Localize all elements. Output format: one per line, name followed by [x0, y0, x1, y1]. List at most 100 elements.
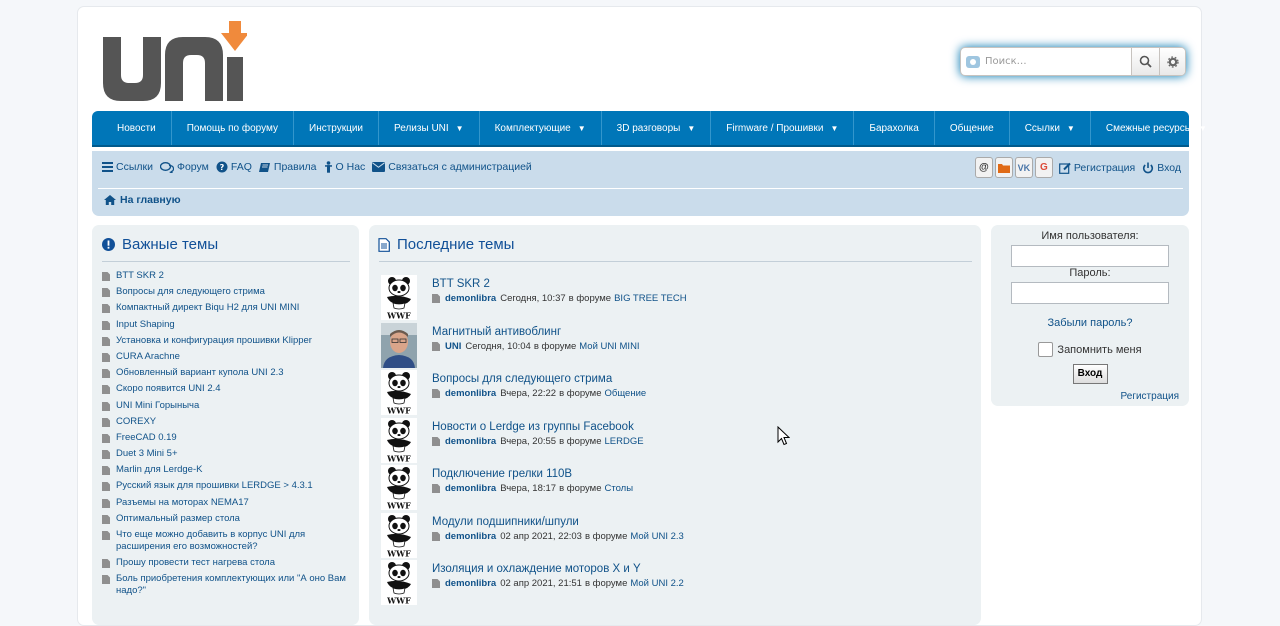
panda-avatar[interactable]: WWF [381, 512, 417, 558]
quicklinks-menu[interactable]: Ссылки [102, 161, 153, 173]
nav-item-8[interactable]: Общение [935, 111, 1010, 145]
important-topic-item[interactable]: UNI Mini Горыныча [102, 400, 351, 412]
register-link-panel[interactable]: Регистрация [991, 391, 1189, 402]
important-topic-label: Обновленный вариант купола UNI 2.3 [116, 367, 284, 379]
forgot-password-link[interactable]: Забыли пароль? [991, 317, 1189, 329]
important-topic-item[interactable]: FreeCAD 0.19 [102, 432, 351, 444]
important-topic-item[interactable]: Боль приобретения комплектующих или "А о… [102, 573, 351, 597]
topic-forum-link[interactable]: LERDGE [605, 436, 644, 447]
nav-item-3[interactable]: Релизы UNI ▼ [379, 111, 480, 145]
panda-avatar[interactable]: WWF [381, 417, 417, 463]
login-button[interactable]: Вход [1072, 364, 1108, 384]
recent-topic-title[interactable]: Магнитный антивоблинг [432, 326, 640, 338]
about-link[interactable]: О Нас [324, 161, 365, 173]
forum-link-label: Форум [176, 161, 209, 173]
important-topic-item[interactable]: Прошу провести тест нагрева стола [102, 557, 351, 569]
important-topic-item[interactable]: Оптимальный размер стола [102, 513, 351, 525]
nav-item-10[interactable]: Смежные ресурсы ▼ [1091, 111, 1222, 145]
topic-icon [102, 498, 110, 508]
important-topic-item[interactable]: Установка и конфигурация прошивки Klippe… [102, 335, 351, 347]
panda-avatar[interactable]: WWF [381, 275, 417, 320]
nav-item-0[interactable]: Новости [102, 111, 172, 145]
nav-item-2[interactable]: Инструкции [294, 111, 380, 145]
last-post-icon [432, 579, 440, 588]
nav-item-7[interactable]: Барахолка [854, 111, 935, 145]
important-topic-item[interactable]: Input Shaping [102, 319, 351, 331]
last-post-icon [432, 389, 440, 398]
login-link[interactable]: Вход [1142, 162, 1181, 174]
topic-author[interactable]: demonlibra [445, 531, 496, 542]
recent-topics-title: Последние темы [397, 236, 515, 253]
faq-link[interactable]: ? FAQ [216, 161, 252, 173]
nav-item-5[interactable]: 3D разговоры ▼ [602, 111, 712, 145]
topic-forum-link[interactable]: BIG TREE TECH [614, 293, 687, 304]
recent-topic-title[interactable]: Новости о Lerdge из группы Facebook [432, 421, 644, 433]
panda-avatar[interactable]: WWF [381, 465, 417, 510]
folder-login-button[interactable] [994, 157, 1013, 178]
password-field[interactable] [1011, 282, 1169, 304]
nav-item-6[interactable]: Firmware / Прошивки ▼ [711, 111, 855, 145]
important-topic-item[interactable]: CURA Arachne [102, 351, 351, 363]
search-icon [1139, 55, 1152, 68]
important-topic-item[interactable]: BTT SKR 2 [102, 270, 351, 282]
recent-topic-title[interactable]: Модули подшипники/шпули [432, 516, 684, 528]
recent-topic-title[interactable]: Изоляция и охлаждение моторов X и Y [432, 563, 684, 575]
important-topic-item[interactable]: Разъемы на моторах NEMA17 [102, 497, 351, 509]
nav-item-label: Помощь по форуму [186, 122, 278, 134]
important-topic-item[interactable]: Marlin для Lerdge-K [102, 464, 351, 476]
vk-login-button[interactable]: VK [1014, 157, 1033, 178]
rules-link-label: Правила [273, 161, 317, 173]
rules-link[interactable]: Правила [258, 161, 317, 173]
last-post-icon [432, 436, 440, 446]
in-forum-text: в форуме [568, 293, 612, 304]
recent-topic-title[interactable]: Подключение грелки 110В [432, 468, 633, 480]
important-topic-item[interactable]: Duet 3 Mini 5+ [102, 448, 351, 460]
topic-author[interactable]: demonlibra [445, 436, 496, 447]
user-avatar-photo[interactable] [381, 322, 417, 368]
topic-forum-link[interactable]: Столы [605, 483, 634, 494]
topic-icon [102, 369, 110, 379]
recent-topic-body: Вопросы для следующего стрима demonlibra В… [432, 370, 646, 415]
important-topic-item[interactable]: Русский язык для прошивки LERDGE > 4.3.1 [102, 480, 351, 492]
breadcrumb[interactable]: На главную [104, 194, 181, 206]
google-login-button[interactable]: G [1034, 157, 1053, 178]
important-topic-item[interactable]: Обновленный вариант купола UNI 2.3 [102, 367, 351, 379]
advanced-search-button[interactable] [1159, 48, 1185, 75]
register-link[interactable]: Регистрация [1058, 162, 1135, 174]
recent-topic-body: Подключение грелки 110В demonlibra Вчера, … [432, 465, 633, 510]
important-topic-item[interactable]: Скоро появится UNI 2.4 [102, 383, 351, 395]
topic-author[interactable]: demonlibra [445, 388, 496, 399]
remember-me-checkbox[interactable] [1038, 342, 1054, 357]
site-logo[interactable] [101, 21, 247, 103]
remember-me-row[interactable]: Запомнить меня [991, 342, 1189, 357]
topic-forum-link[interactable]: Мой UNI 2.2 [630, 578, 683, 589]
topic-time: Сегодня, 10:04 [465, 340, 531, 352]
search-input[interactable] [985, 48, 1131, 75]
quick-links: Ссылки Форум ? FAQ Правила О Нас Связать… [102, 161, 539, 173]
important-topic-item[interactable]: COREXY [102, 416, 351, 428]
topic-author[interactable]: demonlibra [445, 293, 496, 304]
contact-admin-link[interactable]: Связаться с администрацией [372, 161, 532, 173]
topic-author[interactable]: demonlibra [445, 483, 496, 494]
forum-link[interactable]: Форум [159, 161, 209, 173]
nav-item-9[interactable]: Ссылки ▼ [1010, 111, 1091, 145]
panda-avatar[interactable]: WWF [381, 560, 417, 605]
topic-forum-link[interactable]: Мой UNI 2.3 [630, 531, 683, 542]
important-topic-item[interactable]: Компактный директ Biqu H2 для UNI MINI [102, 302, 351, 314]
nav-item-1[interactable]: Помощь по форуму [172, 111, 294, 145]
username-field[interactable] [1011, 245, 1169, 267]
recent-topic-title[interactable]: BTT SKR 2 [432, 278, 687, 290]
email-login-button[interactable]: @ [974, 157, 993, 178]
panda-avatar[interactable]: WWF [381, 370, 417, 415]
search-button[interactable] [1131, 48, 1159, 75]
topic-author[interactable]: demonlibra [445, 578, 496, 589]
important-topic-item[interactable]: Вопросы для следующего стрима [102, 286, 351, 298]
breadcrumb-home: На главную [120, 194, 181, 206]
topic-forum-link[interactable]: Мой UNI MINI [579, 341, 639, 352]
topic-author[interactable]: UNI [445, 341, 461, 352]
recent-topic-title[interactable]: Вопросы для следующего стрима [432, 373, 646, 385]
topic-forum-link[interactable]: Общение [605, 388, 647, 399]
nav-item-4[interactable]: Комплектующие ▼ [480, 111, 602, 145]
in-forum-text: в форуме [559, 388, 602, 399]
important-topic-item[interactable]: Что еще можно добавить в корпус UNI для … [102, 529, 351, 553]
